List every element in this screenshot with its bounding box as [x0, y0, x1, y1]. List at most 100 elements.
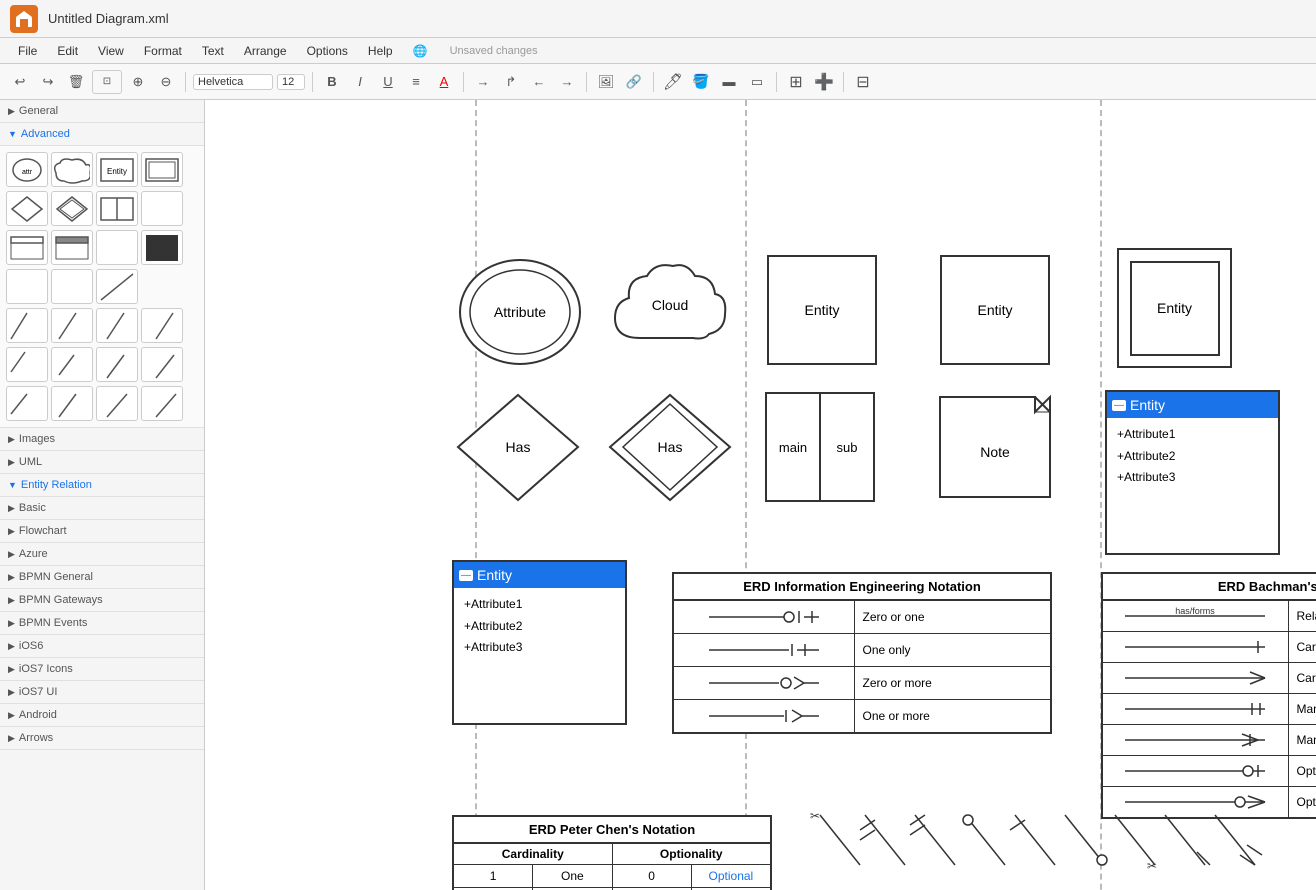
arrow-right2-button[interactable]: → [555, 70, 579, 94]
redo-button[interactable]: ↪ [36, 70, 60, 94]
sidebar-item-ios6[interactable]: ▶ iOS6 [0, 635, 204, 658]
split-entity[interactable]: main sub [765, 392, 875, 502]
menu-text[interactable]: Text [194, 42, 232, 60]
sidebar-item-ios7-icons[interactable]: ▶ iOS7 Icons [0, 658, 204, 681]
font-color-button[interactable]: A [432, 70, 456, 94]
sidebar-item-bpmn-events[interactable]: ▶ BPMN Events [0, 612, 204, 635]
entity-attr-shape-1[interactable]: — Entity +Attribute1 +Attribute2 +Attrib… [1105, 390, 1280, 555]
arrow-left-button[interactable]: ← [527, 70, 551, 94]
bold-button[interactable]: B [320, 70, 344, 94]
shape-thumb-2[interactable] [51, 152, 93, 187]
menu-bar: File Edit View Format Text Arrange Optio… [0, 38, 1316, 64]
shape-thumb-9[interactable] [6, 230, 48, 265]
shape-thumb-16[interactable] [6, 308, 48, 343]
shape-thumb-17[interactable] [51, 308, 93, 343]
menu-options[interactable]: Options [299, 42, 356, 60]
shape-thumb-1[interactable]: attr [6, 152, 48, 187]
rect-button[interactable]: ▬ [717, 70, 741, 94]
shape-thumb-20[interactable] [6, 347, 48, 382]
bachman-row-6: Optional, One [1103, 756, 1316, 787]
undo-button[interactable]: ↩ [8, 70, 32, 94]
erd-bachman-table: ERD Bachman's Notation has/forms Relatio… [1101, 572, 1316, 819]
grid-button[interactable]: ⊞ [784, 70, 808, 94]
sidebar-item-arrows[interactable]: ▶ Arrows [0, 727, 204, 750]
shape-thumb-26[interactable] [96, 386, 138, 421]
shape-thumb-8[interactable] [141, 191, 183, 226]
shape-thumb-7[interactable] [96, 191, 138, 226]
arrow-bend-button[interactable]: ↱ [499, 70, 523, 94]
shape-thumb-6[interactable] [51, 191, 93, 226]
menu-globe[interactable]: 🌐 [405, 42, 436, 60]
shape-thumb-18[interactable] [96, 308, 138, 343]
menu-help[interactable]: Help [360, 42, 401, 60]
note-shape[interactable]: Note [935, 392, 1055, 502]
shape-thumb-3[interactable]: Entity [96, 152, 138, 187]
fill-color-button[interactable]: 🖊 [661, 70, 685, 94]
shape-thumb-23[interactable] [141, 347, 183, 382]
shape-thumb-14[interactable] [51, 269, 93, 304]
shape-thumb-25[interactable] [51, 386, 93, 421]
sidebar-item-images[interactable]: ▶ Images [0, 428, 204, 451]
attribute-shape[interactable]: Attribute [455, 255, 585, 370]
panel-button[interactable]: ⊟ [851, 70, 875, 94]
entity-attr-shape-2[interactable]: — Entity +Attribute1 +Attribute2 +Attrib… [452, 560, 627, 725]
bachman-row-1: has/forms Relationship [1103, 601, 1316, 632]
shape-thumb-19[interactable] [141, 308, 183, 343]
has-diamond-2[interactable]: Has [605, 390, 735, 505]
sidebar-item-general[interactable]: ▶ General [0, 100, 204, 123]
link-button[interactable]: 🔗 [622, 70, 646, 94]
shape-thumb-13[interactable] [6, 269, 48, 304]
align-button[interactable]: ≡ [404, 70, 428, 94]
has-diamond-1[interactable]: Has [453, 390, 583, 505]
svg-text:Has: Has [658, 439, 683, 455]
entity-shape-2[interactable]: Entity [940, 255, 1050, 365]
shape-thumb-21[interactable] [51, 347, 93, 382]
svg-text:Has: Has [506, 439, 531, 455]
italic-button[interactable]: I [348, 70, 372, 94]
shape-thumb-27[interactable] [141, 386, 183, 421]
shape-thumb-12[interactable] [141, 230, 183, 265]
sidebar-item-advanced[interactable]: ▼ Advanced [0, 123, 204, 146]
sidebar-item-ios7-ui[interactable]: ▶ iOS7 UI [0, 681, 204, 704]
canvas-area[interactable]: Attribute Cloud Entity Entity [205, 100, 1316, 890]
arrow-right-button[interactable]: → [471, 70, 495, 94]
add-button[interactable]: ➕ [812, 70, 836, 94]
menu-view[interactable]: View [90, 42, 132, 60]
erd-ie-row-4: One or more [674, 700, 1050, 732]
font-size-input[interactable] [277, 74, 305, 90]
erd-ie-row-1: Zero or one [674, 601, 1050, 634]
bachman-row-3: Cardinality (Many) [1103, 663, 1316, 694]
cloud-shape[interactable]: Cloud [605, 258, 735, 368]
sidebar-item-basic[interactable]: ▶ Basic [0, 497, 204, 520]
shape-thumb-15[interactable] [96, 269, 138, 304]
sidebar-item-azure[interactable]: ▶ Azure [0, 543, 204, 566]
menu-format[interactable]: Format [136, 42, 190, 60]
underline-button[interactable]: U [376, 70, 400, 94]
document-title: Untitled Diagram.xml [48, 11, 169, 26]
shape-thumb-11[interactable] [96, 230, 138, 265]
shape-thumb-10[interactable] [51, 230, 93, 265]
sidebar-item-android[interactable]: ▶ Android [0, 704, 204, 727]
menu-arrange[interactable]: Arrange [236, 42, 295, 60]
rounded-rect-button[interactable]: ▭ [745, 70, 769, 94]
sidebar-item-entity-relation[interactable]: ▼ Entity Relation [0, 474, 204, 497]
menu-edit[interactable]: Edit [49, 42, 86, 60]
shape-thumb-5[interactable] [6, 191, 48, 226]
zoom-out-button[interactable]: ⊖ [154, 70, 178, 94]
shape-thumb-24[interactable] [6, 386, 48, 421]
menu-file[interactable]: File [10, 42, 45, 60]
zoom-in-button[interactable]: ⊕ [126, 70, 150, 94]
sidebar-item-uml[interactable]: ▶ UML [0, 451, 204, 474]
fit-page-button[interactable]: ⊡ [92, 70, 122, 94]
delete-button[interactable]: 🗑 [64, 70, 88, 94]
image-button[interactable]: 🖼 [594, 70, 618, 94]
shape-thumb-22[interactable] [96, 347, 138, 382]
sidebar-item-bpmn-general[interactable]: ▶ BPMN General [0, 566, 204, 589]
sidebar-item-flowchart[interactable]: ▶ Flowchart [0, 520, 204, 543]
sidebar-item-bpmn-gateways[interactable]: ▶ BPMN Gateways [0, 589, 204, 612]
fill-bucket-button[interactable]: 🪣 [689, 70, 713, 94]
entity-shape-1[interactable]: Entity [767, 255, 877, 365]
shape-thumb-4[interactable] [141, 152, 183, 187]
entity-shape-3[interactable]: Entity [1117, 248, 1232, 368]
font-selector[interactable] [193, 74, 273, 90]
